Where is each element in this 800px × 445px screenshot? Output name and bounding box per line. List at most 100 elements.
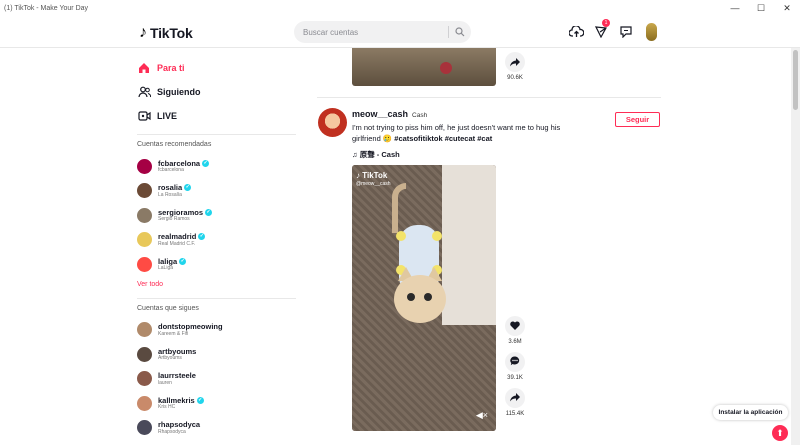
account-username-text: laliga	[158, 256, 178, 266]
author-info: meow__cash Cash	[352, 109, 427, 119]
ruffle	[432, 231, 442, 241]
hashtags[interactable]: #catsofitiktok #cutecat #cat	[394, 134, 492, 143]
cat-head	[394, 275, 446, 323]
mute-icon[interactable]: ◀×	[476, 410, 488, 421]
account-username: laliga ✓	[158, 256, 187, 266]
account-item[interactable]: sergioramos ✓ Sergio Ramos	[137, 203, 297, 228]
account-avatar	[137, 322, 152, 338]
close-icon[interactable]: ✕	[774, 0, 800, 16]
cat-eye	[424, 293, 432, 301]
like-count: 3.6M	[508, 339, 522, 345]
video-object	[440, 62, 452, 74]
account-names: realmadrid ✓ Real Madrid C.F.	[158, 232, 206, 247]
scroll-to-top-button[interactable]: ⬆	[772, 425, 788, 441]
search-icon[interactable]	[449, 27, 471, 37]
profile-avatar[interactable]	[643, 23, 659, 41]
account-username: realmadrid ✓	[158, 232, 206, 241]
tiktok-note-icon: ♪	[139, 24, 147, 41]
nav-siguiendo[interactable]: Siguiendo	[137, 80, 297, 104]
live-icon	[137, 111, 151, 121]
account-avatar	[137, 346, 152, 362]
account-username: fcbarcelona ✓	[158, 159, 210, 168]
nav-live[interactable]: LIVE	[137, 104, 297, 128]
like-button[interactable]	[505, 316, 525, 336]
messages-icon[interactable]	[618, 24, 634, 40]
account-avatar	[137, 207, 152, 223]
following-list: dontstopmeowing Kareem & Fifi artbyoums Art…	[137, 318, 297, 441]
account-item[interactable]: fcbarcelona ✓ fcbarcelona	[137, 154, 297, 179]
install-app-button[interactable]: Instalar la aplicación	[713, 405, 788, 420]
account-display-name: Rhapsodyca	[158, 428, 186, 435]
comment-icon	[510, 353, 520, 371]
upload-cloud-icon[interactable]	[568, 24, 584, 40]
share-button[interactable]	[505, 388, 525, 408]
account-names: fcbarcelona ✓ fcbarcelona	[158, 159, 210, 174]
post-description: I'm not trying to piss him off, he just …	[352, 122, 582, 144]
verified-icon: ✓	[198, 233, 206, 241]
scrollbar[interactable]	[791, 48, 800, 445]
author-nickname: Cash	[412, 112, 428, 119]
author-avatar[interactable]	[318, 108, 347, 137]
video-handle: @meow__cash	[356, 181, 391, 187]
users-icon	[137, 86, 151, 98]
account-item[interactable]: realmadrid ✓ Real Madrid C.F.	[137, 228, 297, 253]
account-username-text: rhapsodyca	[158, 420, 201, 429]
account-avatar	[137, 256, 152, 272]
account-display-name: Kareem & Fifi	[158, 330, 189, 337]
account-avatar	[137, 232, 152, 248]
home-icon	[137, 62, 151, 74]
account-display-name: Artbyoums	[158, 355, 182, 361]
account-username-text: realmadrid	[158, 232, 197, 241]
account-display-name: Sergio Ramos	[158, 216, 190, 222]
nav-label: Para ti	[157, 63, 185, 73]
action-bar: 3.6M 39.1K 115.4K	[505, 316, 525, 424]
account-username: laurrsteele	[158, 372, 196, 380]
nav-label: LIVE	[157, 111, 178, 121]
scrollbar-thumb[interactable]	[793, 50, 798, 110]
account-display-name: Kris HC	[158, 404, 176, 410]
search-input[interactable]: Buscar cuentas	[303, 28, 448, 37]
logo-text: TikTok	[150, 25, 193, 41]
recommended-title: Cuentas recomendadas	[137, 141, 212, 148]
maximize-icon[interactable]: ☐	[748, 0, 774, 16]
account-item[interactable]: laurrsteele lauren	[137, 367, 297, 392]
video-door	[442, 165, 496, 325]
account-username-text: kallmekris	[158, 395, 195, 405]
account-item[interactable]: rosalia ✓ La Rosalía	[137, 179, 297, 204]
account-item[interactable]: dontstopmeowing Kareem & Fifi	[137, 318, 297, 343]
comment-button[interactable]	[505, 352, 525, 372]
nav-para-ti[interactable]: Para ti	[137, 56, 297, 80]
nav-label: Siguiendo	[157, 87, 201, 97]
window-title: (1) TikTok - Make Your Day	[4, 4, 89, 12]
author-username[interactable]: meow__cash	[352, 109, 408, 119]
see-all-link[interactable]: Ver todo	[137, 281, 297, 288]
share-button[interactable]	[505, 52, 525, 72]
previous-share-group: 90.6K	[505, 52, 525, 81]
follow-button[interactable]: Seguir	[615, 112, 660, 127]
account-avatar	[137, 158, 152, 174]
previous-video[interactable]	[352, 48, 496, 86]
sidebar-divider	[137, 297, 296, 299]
account-username-text: sergioramos	[158, 207, 204, 217]
video-player[interactable]: ♪ TikTok @meow__cash ◀×	[352, 165, 496, 431]
arrow-up-icon: ⬆	[776, 427, 784, 438]
account-username: kallmekris ✓	[158, 395, 204, 405]
tiktok-logo[interactable]: ♪ TikTok	[139, 24, 193, 42]
account-item[interactable]: kallmekris ✓ Kris HC	[137, 391, 297, 416]
sidebar: Para ti Siguiendo LIVE Cuentas recomenda…	[137, 56, 297, 440]
minimize-icon[interactable]: —	[722, 0, 748, 16]
account-names: rhapsodyca Rhapsodyca	[158, 421, 200, 435]
post-divider	[317, 97, 661, 98]
music-link[interactable]: ♫ 原聲 - Cash	[352, 149, 400, 160]
account-item[interactable]: artbyoums Artbyoums	[137, 342, 297, 367]
account-avatar	[137, 183, 152, 199]
inbox-icon[interactable]: 1	[593, 19, 610, 40]
account-display-name: La Rosalía	[158, 191, 182, 198]
account-item[interactable]: rhapsodyca Rhapsodyca	[137, 416, 297, 441]
search-bar[interactable]: Buscar cuentas	[294, 21, 471, 43]
account-item[interactable]: laliga ✓ LaLiga	[137, 252, 297, 277]
account-username: rhapsodyca	[158, 421, 200, 429]
account-names: rosalia ✓ La Rosalía	[158, 184, 192, 198]
comment-group: 39.1K	[505, 352, 525, 381]
account-username: sergioramos ✓	[158, 207, 213, 217]
